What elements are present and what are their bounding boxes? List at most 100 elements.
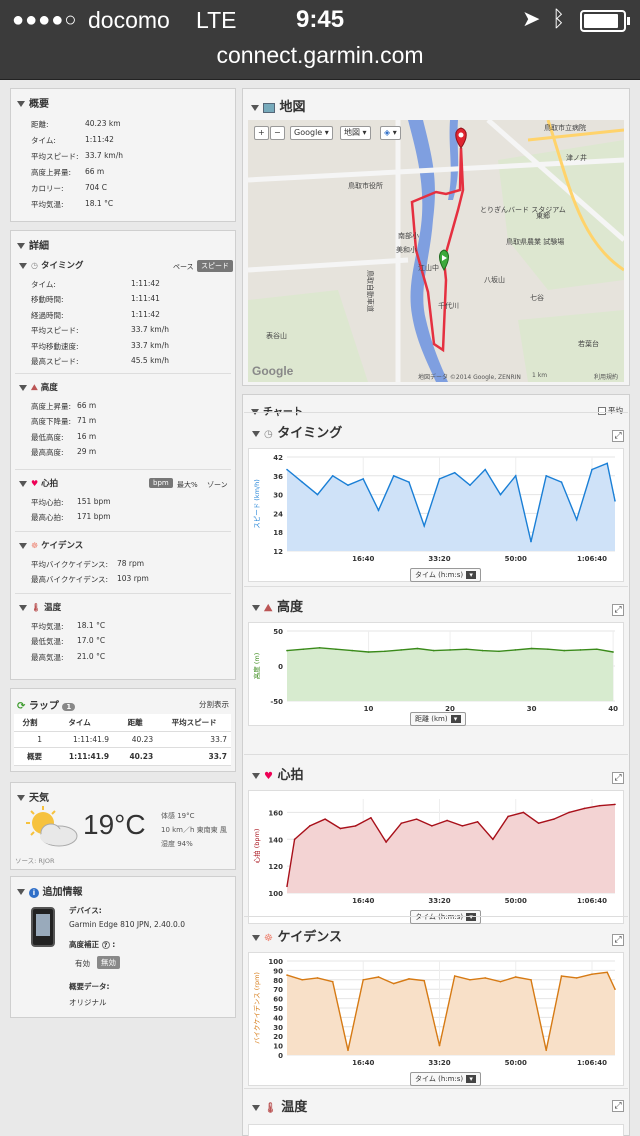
map-provider-select[interactable]: Google ▾ bbox=[290, 126, 333, 140]
map-place-label: 八坂山 bbox=[484, 275, 505, 284]
details-label: 高度下降量: bbox=[31, 417, 72, 427]
chart-cadence[interactable]: 010 2030 405060 7080 90100 16:40 33:20 50:00 1:0… bbox=[248, 952, 624, 1086]
laps-column-header[interactable]: 分割 bbox=[14, 714, 46, 732]
x-axis-selector[interactable]: タイム (h:m:s) ▾ bbox=[410, 568, 482, 582]
map-terms-link[interactable]: 利用規約 bbox=[594, 372, 618, 381]
laps-column-header[interactable]: タイム bbox=[46, 714, 114, 732]
chart-hr[interactable]: 100 120 140 160 16:40 33:20 50:00 1:06:40 心拍 (bp… bbox=[248, 790, 624, 924]
max-percent-toggle[interactable]: 最大% bbox=[173, 479, 202, 491]
elevation-correction-on[interactable]: 有効 bbox=[75, 958, 90, 969]
laps-row[interactable]: 概要 1:11:41.9 40.23 33.7 bbox=[14, 747, 231, 766]
summary-title[interactable]: 概要 bbox=[17, 95, 49, 110]
expand-chart-icon[interactable]: ⤢ bbox=[612, 604, 624, 616]
expand-chart-icon[interactable]: ⤢ bbox=[612, 1100, 624, 1112]
y-tick-label: 90 bbox=[273, 967, 283, 975]
expand-chart-icon[interactable]: ⤢ bbox=[612, 934, 624, 946]
pace-toggle[interactable]: ペース bbox=[169, 261, 198, 273]
details-label: 最高心拍: bbox=[31, 513, 64, 523]
details-label: 移動時間: bbox=[31, 295, 64, 305]
split-view-link[interactable]: 分割表示 bbox=[199, 699, 229, 710]
map-title[interactable]: 地図 bbox=[251, 96, 306, 115]
x-tick-label: 40 bbox=[608, 705, 618, 713]
data-point bbox=[514, 475, 517, 477]
data-point bbox=[575, 518, 578, 521]
data-point bbox=[461, 825, 464, 827]
details-heartrate-heading[interactable]: ♥ 心拍 bbox=[19, 477, 58, 489]
data-point bbox=[563, 649, 566, 652]
y-tick-label: 120 bbox=[268, 863, 283, 871]
x-axis-selector[interactable]: タイム (h:m:s) ▾ bbox=[410, 910, 482, 924]
data-point bbox=[547, 648, 549, 650]
laps-icon: ⟳ bbox=[17, 701, 26, 712]
data-point bbox=[362, 478, 365, 480]
weather-title[interactable]: 天気 bbox=[17, 789, 49, 804]
charts-title[interactable]: チャート bbox=[251, 403, 303, 418]
device-value: Garmin Edge 810 JPN, 2.40.0.0 bbox=[69, 920, 185, 929]
route-map[interactable]: 鳥取市役所 鳥取市立病院とりぎんバード スタジアム東郷鳥取県農業 試験場八坂山 江山… bbox=[248, 120, 624, 382]
chevron-down-icon: ▾ bbox=[466, 571, 477, 579]
help-icon[interactable]: ? bbox=[101, 941, 110, 949]
chart-speed[interactable]: 12 18 24 30 36 42 16:40 33:20 50:00 1:06:40 スピード (… bbox=[248, 448, 624, 582]
average-toggle[interactable]: 平均 bbox=[597, 405, 623, 416]
details-cadence-heading[interactable]: ☸ ケイデンス bbox=[19, 539, 83, 551]
data-point bbox=[432, 649, 435, 652]
details-temperature-heading[interactable]: 🌡 温度 bbox=[19, 601, 61, 613]
summary-label: 平均スピード: bbox=[31, 152, 79, 161]
x-tick-label: 16:40 bbox=[352, 555, 374, 563]
expand-chart-icon[interactable]: ⤢ bbox=[612, 430, 624, 442]
map-place-label: 南部小 bbox=[398, 231, 419, 240]
url-bar[interactable]: connect.garmin.com bbox=[0, 40, 640, 80]
data-point bbox=[286, 468, 288, 471]
chart-elevation[interactable]: -5005010 20 30 40高度 (m) bbox=[248, 622, 624, 726]
map-place-label: 美和小 bbox=[396, 245, 417, 254]
additional-info-title[interactable]: i 追加情報 bbox=[17, 883, 82, 898]
data-point bbox=[453, 471, 456, 474]
layers-button[interactable]: ◈ ▾ bbox=[380, 126, 401, 140]
collapse-icon bbox=[19, 262, 27, 269]
laps-row[interactable]: 1 1:11:41.9 40.23 33.7 bbox=[14, 731, 231, 748]
zoom-out-button[interactable]: − bbox=[270, 126, 285, 140]
map-type-select[interactable]: 地図 ▾ bbox=[340, 126, 371, 140]
laps-column-header[interactable]: 平均スピード bbox=[157, 714, 231, 732]
y-tick-label: 12 bbox=[273, 548, 283, 556]
data-point bbox=[530, 540, 532, 543]
collapse-icon bbox=[251, 104, 259, 111]
details-value: 1:11:42 bbox=[131, 279, 160, 288]
data-point bbox=[606, 462, 609, 465]
data-point bbox=[384, 650, 386, 653]
data-point bbox=[492, 838, 494, 841]
bpm-toggle[interactable]: bpm bbox=[149, 478, 173, 488]
location-icon: ➤ bbox=[522, 6, 541, 31]
zoom-in-button[interactable]: + bbox=[254, 126, 269, 140]
expand-chart-icon[interactable]: ⤢ bbox=[612, 772, 624, 784]
details-label: 最高バイクケイデンス: bbox=[31, 575, 109, 585]
speed-toggle[interactable]: スピード bbox=[197, 260, 233, 272]
map-scale: 1 km bbox=[532, 372, 548, 379]
elevation-correction-off[interactable]: 無効 bbox=[97, 956, 120, 969]
details-value: 29 m bbox=[77, 447, 97, 457]
chart-elevation-heading[interactable]: ⛰ 高度 bbox=[252, 596, 303, 615]
chart-temp[interactable] bbox=[248, 1124, 624, 1136]
laps-title[interactable]: ⟳ ラップ 1 bbox=[17, 697, 76, 712]
divider bbox=[15, 531, 231, 532]
chart-temp-heading[interactable]: 🌡 温度 bbox=[252, 1096, 307, 1115]
chart-speed-heading[interactable]: ◷ タイミング bbox=[252, 422, 342, 441]
x-axis-selector[interactable]: タイム (h:m:s) ▾ bbox=[410, 1072, 482, 1086]
zone-toggle[interactable]: ゾーン bbox=[203, 479, 232, 491]
series-area bbox=[287, 804, 615, 893]
laps-cell: 概要 bbox=[14, 747, 46, 766]
collapse-icon bbox=[252, 430, 260, 437]
map-place-label: 津ノ井 bbox=[566, 153, 587, 162]
details-elevation-heading[interactable]: ⛰ 高度 bbox=[19, 381, 58, 393]
data-point bbox=[286, 885, 288, 888]
average-checkbox[interactable] bbox=[597, 407, 606, 415]
data-point bbox=[537, 822, 540, 824]
chart-hr-heading[interactable]: ♥ 心拍 bbox=[252, 764, 304, 783]
details-title[interactable]: 詳細 bbox=[17, 237, 49, 252]
chevron-down-icon: ▾ bbox=[466, 1075, 477, 1083]
details-timing-heading[interactable]: ◷ タイミング bbox=[19, 259, 83, 271]
laps-column-header[interactable]: 距離 bbox=[113, 714, 158, 732]
chart-cadence-heading[interactable]: ☸ ケイデンス bbox=[252, 926, 342, 945]
data-point bbox=[339, 827, 342, 830]
x-axis-selector[interactable]: 距離 (km) ▾ bbox=[410, 712, 466, 726]
